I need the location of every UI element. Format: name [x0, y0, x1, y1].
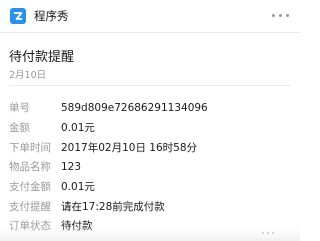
message-date: 2月10日 — [9, 70, 47, 81]
ellipsis-icon[interactable] — [272, 14, 289, 17]
row-order-time: 下单时间 2017年02月10日 16时58分 — [9, 137, 208, 157]
row-label: 金额 — [9, 122, 30, 135]
divider — [9, 85, 291, 86]
bottom-fade — [0, 227, 300, 241]
row-value: 请在17:28前完成付款 — [61, 200, 165, 213]
row-payment-amount: 支付金额 0.01元 — [9, 177, 208, 197]
row-value: 123 — [61, 160, 82, 173]
row-label: 支付提醒 — [9, 200, 51, 213]
row-payment-reminder: 支付提醒 请在17:28前完成付款 — [9, 196, 208, 216]
page-indicator — [262, 232, 274, 234]
message-header: 程序秀 — [0, 0, 300, 33]
row-value: 589d809e72686291134096 — [61, 101, 208, 114]
order-details: 单号 589d809e72686291134096 金额 0.01元 下单时间 … — [9, 98, 208, 236]
row-amount: 金额 0.01元 — [9, 118, 208, 138]
row-value: 2017年02月10日 16时58分 — [61, 141, 198, 154]
app-logo-icon[interactable] — [10, 8, 26, 24]
row-label: 下单时间 — [9, 141, 51, 154]
app-name[interactable]: 程序秀 — [34, 8, 69, 24]
row-label: 物品名称 — [9, 161, 51, 174]
row-value: 0.01元 — [61, 181, 95, 194]
row-item-name: 物品名称 123 — [9, 157, 208, 177]
row-label: 支付金额 — [9, 181, 51, 194]
row-label: 单号 — [9, 102, 30, 115]
row-value: 0.01元 — [61, 122, 95, 135]
row-order-number: 单号 589d809e72686291134096 — [9, 98, 208, 118]
message-title: 待付款提醒 — [9, 50, 75, 65]
